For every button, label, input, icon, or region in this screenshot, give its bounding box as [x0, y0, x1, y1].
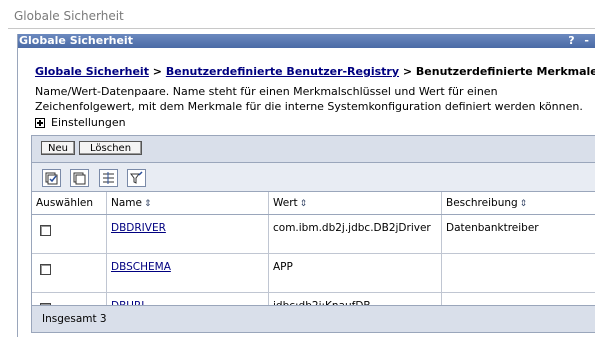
table-row: DBDRIVER com.ibm.db2j.jdbc.DB2jDriver Da…	[32, 214, 595, 254]
row-description: Datenbanktreiber	[441, 214, 595, 254]
column-header-name[interactable]: Name ⇕	[106, 192, 269, 215]
properties-collection: Neu Löschen Auswählen Name ⇕ Wert ⇕ Beschr…	[31, 135, 595, 333]
row-description	[441, 253, 595, 293]
expand-plus-icon[interactable]	[35, 117, 45, 128]
breadcrumb-link-global-security[interactable]: Globale Sicherheit	[35, 65, 149, 78]
row-checkbox[interactable]	[40, 225, 51, 236]
breadcrumb: Globale Sicherheit > Benutzerdefinierte …	[35, 65, 595, 78]
select-all-icon[interactable]	[42, 169, 61, 187]
table-row: DBSCHEMA APP	[32, 253, 595, 293]
title-divider	[8, 28, 595, 29]
sort-icon[interactable]: ⇕	[300, 199, 308, 209]
panel-title: Globale Sicherheit	[19, 34, 133, 47]
new-button[interactable]: Neu	[41, 141, 75, 155]
breadcrumb-current: Benutzerdefinierte Merkmale	[415, 65, 595, 78]
row-checkbox[interactable]	[40, 264, 51, 275]
sort-icon[interactable]: ⇕	[520, 199, 528, 209]
content-panel: Globale Sicherheit ? - Globale Sicherhei…	[17, 34, 595, 337]
settings-toggle[interactable]: Einstellungen	[35, 116, 126, 129]
breadcrumb-link-custom-registry[interactable]: Benutzerdefinierte Benutzer-Registry	[166, 65, 399, 78]
delete-button[interactable]: Löschen	[79, 141, 143, 155]
button-bar: Neu Löschen	[32, 136, 595, 163]
row-name-link[interactable]: DBDRIVER	[111, 222, 166, 234]
panel-header: Globale Sicherheit ? -	[18, 34, 595, 48]
settings-label: Einstellungen	[51, 116, 126, 129]
total-count: Insgesamt 3	[32, 305, 595, 332]
clear-filter-icon[interactable]	[127, 169, 146, 187]
row-value: APP	[268, 253, 442, 293]
column-header-description[interactable]: Beschreibung ⇕	[441, 192, 595, 215]
help-minimize-icons[interactable]: ? -	[568, 34, 592, 48]
window-title: Globale Sicherheit	[14, 9, 124, 23]
deselect-all-icon[interactable]	[70, 169, 89, 187]
page-description: Name/Wert-Datenpaare. Name steht für ein…	[35, 85, 583, 113]
table-header-row: Auswählen Name ⇕ Wert ⇕ Beschreibung ⇕	[32, 192, 595, 215]
row-value: com.ibm.db2j.jdbc.DB2jDriver	[268, 214, 442, 254]
column-header-value[interactable]: Wert ⇕	[268, 192, 442, 215]
show-filter-icon[interactable]	[99, 169, 118, 187]
sort-icon[interactable]: ⇕	[144, 199, 152, 209]
row-name-link[interactable]: DBSCHEMA	[111, 261, 171, 273]
column-header-select: Auswählen	[32, 192, 107, 215]
icon-toolbar	[32, 163, 595, 192]
